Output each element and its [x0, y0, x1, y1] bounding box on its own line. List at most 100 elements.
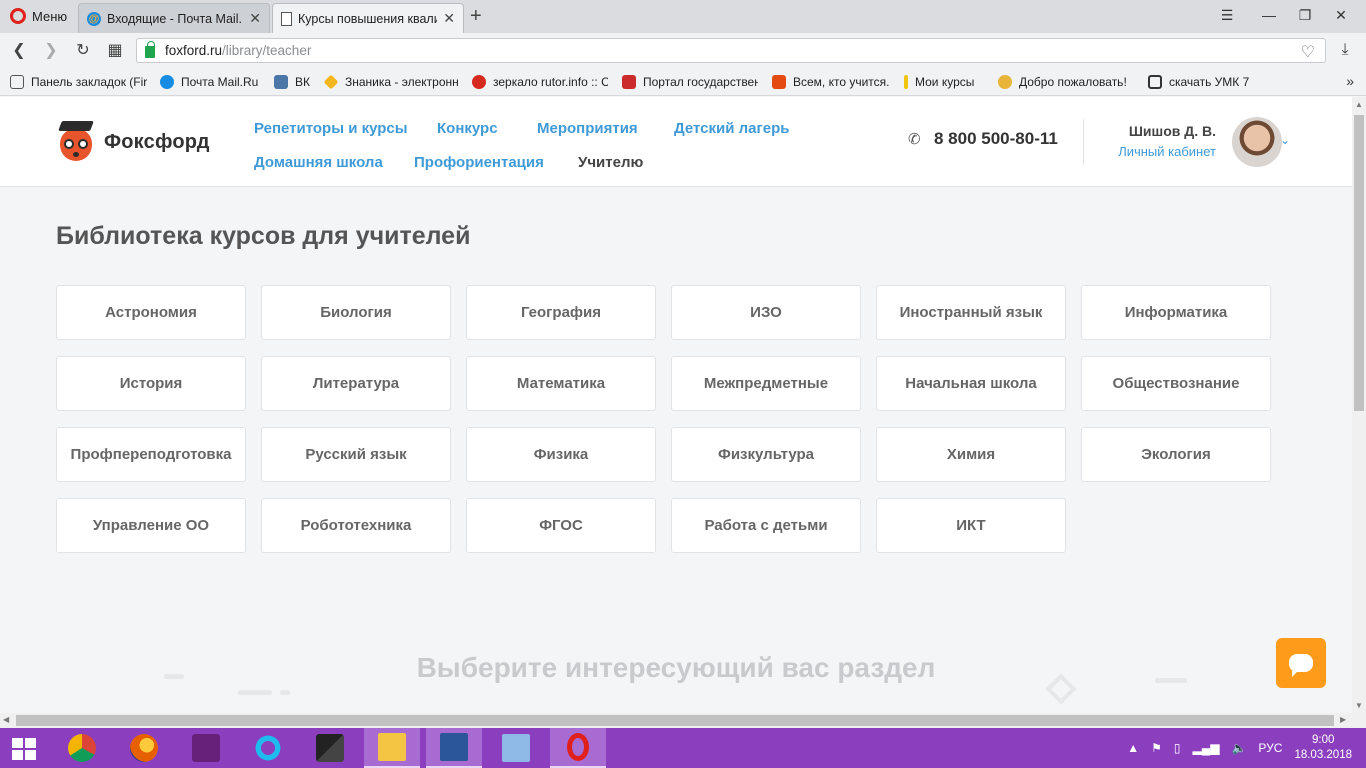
clock[interactable]: 9:00 18.03.2018: [1294, 733, 1352, 763]
foxford-logo[interactable]: Фоксфорд: [56, 121, 210, 163]
scroll-thumb[interactable]: [16, 715, 1334, 726]
back-icon[interactable]: ❮: [8, 39, 30, 61]
scroll-thumb[interactable]: [1354, 115, 1364, 411]
show-hidden-icons-icon[interactable]: ▲: [1127, 741, 1139, 755]
subject-physics[interactable]: Физика: [466, 427, 656, 482]
nav-tutors[interactable]: Репетиторы и курсы: [254, 120, 408, 137]
chevron-down-icon[interactable]: ⌄: [1280, 133, 1290, 147]
download-icon[interactable]: ⤓: [1334, 39, 1356, 61]
bookmark-heart-icon[interactable]: ♡: [1301, 42, 1315, 62]
close-tab-icon[interactable]: ✕: [443, 10, 455, 27]
restore-icon[interactable]: ❐: [1294, 4, 1316, 26]
subject-astronomy[interactable]: Астрономия: [56, 285, 246, 340]
bookmark-item[interactable]: Знаника - электронн: [324, 74, 458, 90]
bookmark-label: Знаника - электронн: [345, 75, 458, 89]
nav-home-school[interactable]: Домашняя школа: [254, 154, 383, 171]
close-window-icon[interactable]: ✕: [1330, 4, 1352, 26]
taskbar-file-explorer[interactable]: [364, 728, 420, 768]
nav-camp[interactable]: Детский лагерь: [674, 120, 789, 137]
speed-dial-icon[interactable]: ▦: [104, 39, 126, 61]
scroll-right-icon[interactable]: ▶: [1340, 715, 1346, 724]
chat-button[interactable]: [1276, 638, 1326, 688]
minimize-icon[interactable]: —: [1258, 4, 1280, 26]
taskbar-game[interactable]: [302, 728, 358, 768]
personal-cabinet-link[interactable]: Личный кабинет: [1118, 144, 1216, 159]
courses-icon: [904, 75, 908, 89]
subject-history[interactable]: История: [56, 356, 246, 411]
flag-icon[interactable]: ⚑: [1151, 741, 1162, 755]
reload-icon[interactable]: ↻: [72, 39, 94, 61]
subject-fgos[interactable]: ФГОС: [466, 498, 656, 553]
subject-informatics[interactable]: Информатика: [1081, 285, 1271, 340]
avatar[interactable]: [1232, 117, 1282, 167]
taskbar-calculator[interactable]: [488, 728, 544, 768]
taskbar-opera[interactable]: [550, 728, 606, 768]
bookmark-label: Добро пожаловать!: [1019, 75, 1127, 89]
subject-management[interactable]: Управление ОО: [56, 498, 246, 553]
address-toolbar: ❮ ❯ ↻ ▦ foxford.ru/library/teacher ♡ ⤓: [0, 33, 1366, 67]
bookmark-item[interactable]: скачать УМК 7: [1148, 74, 1258, 90]
subject-chemistry[interactable]: Химия: [876, 427, 1066, 482]
taskbar-internet-explorer[interactable]: [240, 728, 296, 768]
subject-math[interactable]: Математика: [466, 356, 656, 411]
taskbar-visual-studio[interactable]: [178, 728, 234, 768]
scroll-down-icon[interactable]: ▼: [1355, 701, 1363, 710]
phone-number[interactable]: ✆ 8 800 500-80-11: [908, 129, 1058, 149]
forward-icon[interactable]: ❯: [40, 39, 62, 61]
address-field[interactable]: foxford.ru/library/teacher ♡: [136, 38, 1326, 63]
section-title: Выберите интересующий вас раздел: [416, 652, 936, 683]
subject-retraining[interactable]: Профпереподготовка: [56, 427, 246, 482]
subject-literature[interactable]: Литература: [261, 356, 451, 411]
subject-foreign-language[interactable]: Иностранный язык: [876, 285, 1066, 340]
subject-ict[interactable]: ИКТ: [876, 498, 1066, 553]
tab-mail[interactable]: @ Входящие - Почта Mail.Ru ✕: [78, 3, 270, 33]
rutor-icon: [472, 75, 486, 89]
subject-robotics[interactable]: Робототехника: [261, 498, 451, 553]
bookmark-item[interactable]: Портал государствен: [622, 74, 758, 90]
signal-icon[interactable]: ▂▄▆: [1192, 741, 1219, 755]
vertical-scrollbar[interactable]: ▲ ▼: [1352, 97, 1366, 713]
nav-events[interactable]: Мероприятия: [537, 120, 638, 137]
bookmark-item[interactable]: зеркало rutor.info :: С: [472, 74, 608, 90]
opera-menu-button[interactable]: Меню: [4, 4, 73, 28]
language-indicator[interactable]: РУС: [1258, 741, 1282, 755]
windows-start-icon[interactable]: [12, 738, 36, 760]
volume-icon[interactable]: 🔈: [1231, 741, 1246, 755]
clock-date: 18.03.2018: [1294, 749, 1352, 761]
bookmark-item[interactable]: Почта Mail.Ru: [160, 74, 268, 90]
subject-art[interactable]: ИЗО: [671, 285, 861, 340]
subject-social-studies[interactable]: Обществознание: [1081, 356, 1271, 411]
decoration: [280, 690, 290, 695]
subject-geography[interactable]: География: [466, 285, 656, 340]
scroll-left-icon[interactable]: ◀: [3, 715, 9, 724]
battery-icon[interactable]: ▯: [1174, 741, 1181, 755]
subject-russian[interactable]: Русский язык: [261, 427, 451, 482]
bookmark-item[interactable]: Добро пожаловать!: [998, 74, 1130, 90]
nav-contest[interactable]: Конкурс: [437, 120, 498, 137]
more-bookmarks-icon[interactable]: »: [1346, 73, 1354, 89]
nav-career[interactable]: Профориентация: [414, 154, 544, 171]
subject-interdisciplinary[interactable]: Межпредметные: [671, 356, 861, 411]
browser-tab-strip: Меню @ Входящие - Почта Mail.Ru ✕ Курсы …: [0, 0, 1366, 33]
horizontal-scrollbar[interactable]: ◀ ▶: [0, 713, 1366, 728]
nav-teacher[interactable]: Учителю: [578, 154, 643, 171]
bookmark-item[interactable]: Мои курсы: [904, 74, 988, 90]
subject-primary-school[interactable]: Начальная школа: [876, 356, 1066, 411]
tab-foxford[interactable]: Курсы повышения квалиф ✕: [272, 3, 464, 33]
taskbar-word[interactable]: [426, 728, 482, 768]
tab-menu-icon[interactable]: ☰: [1216, 4, 1238, 26]
bookmark-item[interactable]: Панель закладок (Fir: [10, 74, 148, 90]
taskbar-chrome[interactable]: [54, 728, 110, 768]
subject-biology[interactable]: Биология: [261, 285, 451, 340]
bookmark-item[interactable]: ВК: [274, 74, 316, 90]
tab-title: Входящие - Почта Mail.Ru: [107, 11, 244, 26]
subject-working-with-children[interactable]: Работа с детьми: [671, 498, 861, 553]
qr-icon: [1148, 75, 1162, 89]
new-tab-button[interactable]: +: [470, 5, 482, 28]
bookmark-item[interactable]: Всем, кто учится.: [772, 74, 890, 90]
taskbar-firefox[interactable]: [116, 728, 172, 768]
subject-ecology[interactable]: Экология: [1081, 427, 1271, 482]
scroll-up-icon[interactable]: ▲: [1355, 100, 1363, 109]
close-tab-icon[interactable]: ✕: [249, 10, 261, 27]
subject-pe[interactable]: Физкультура: [671, 427, 861, 482]
